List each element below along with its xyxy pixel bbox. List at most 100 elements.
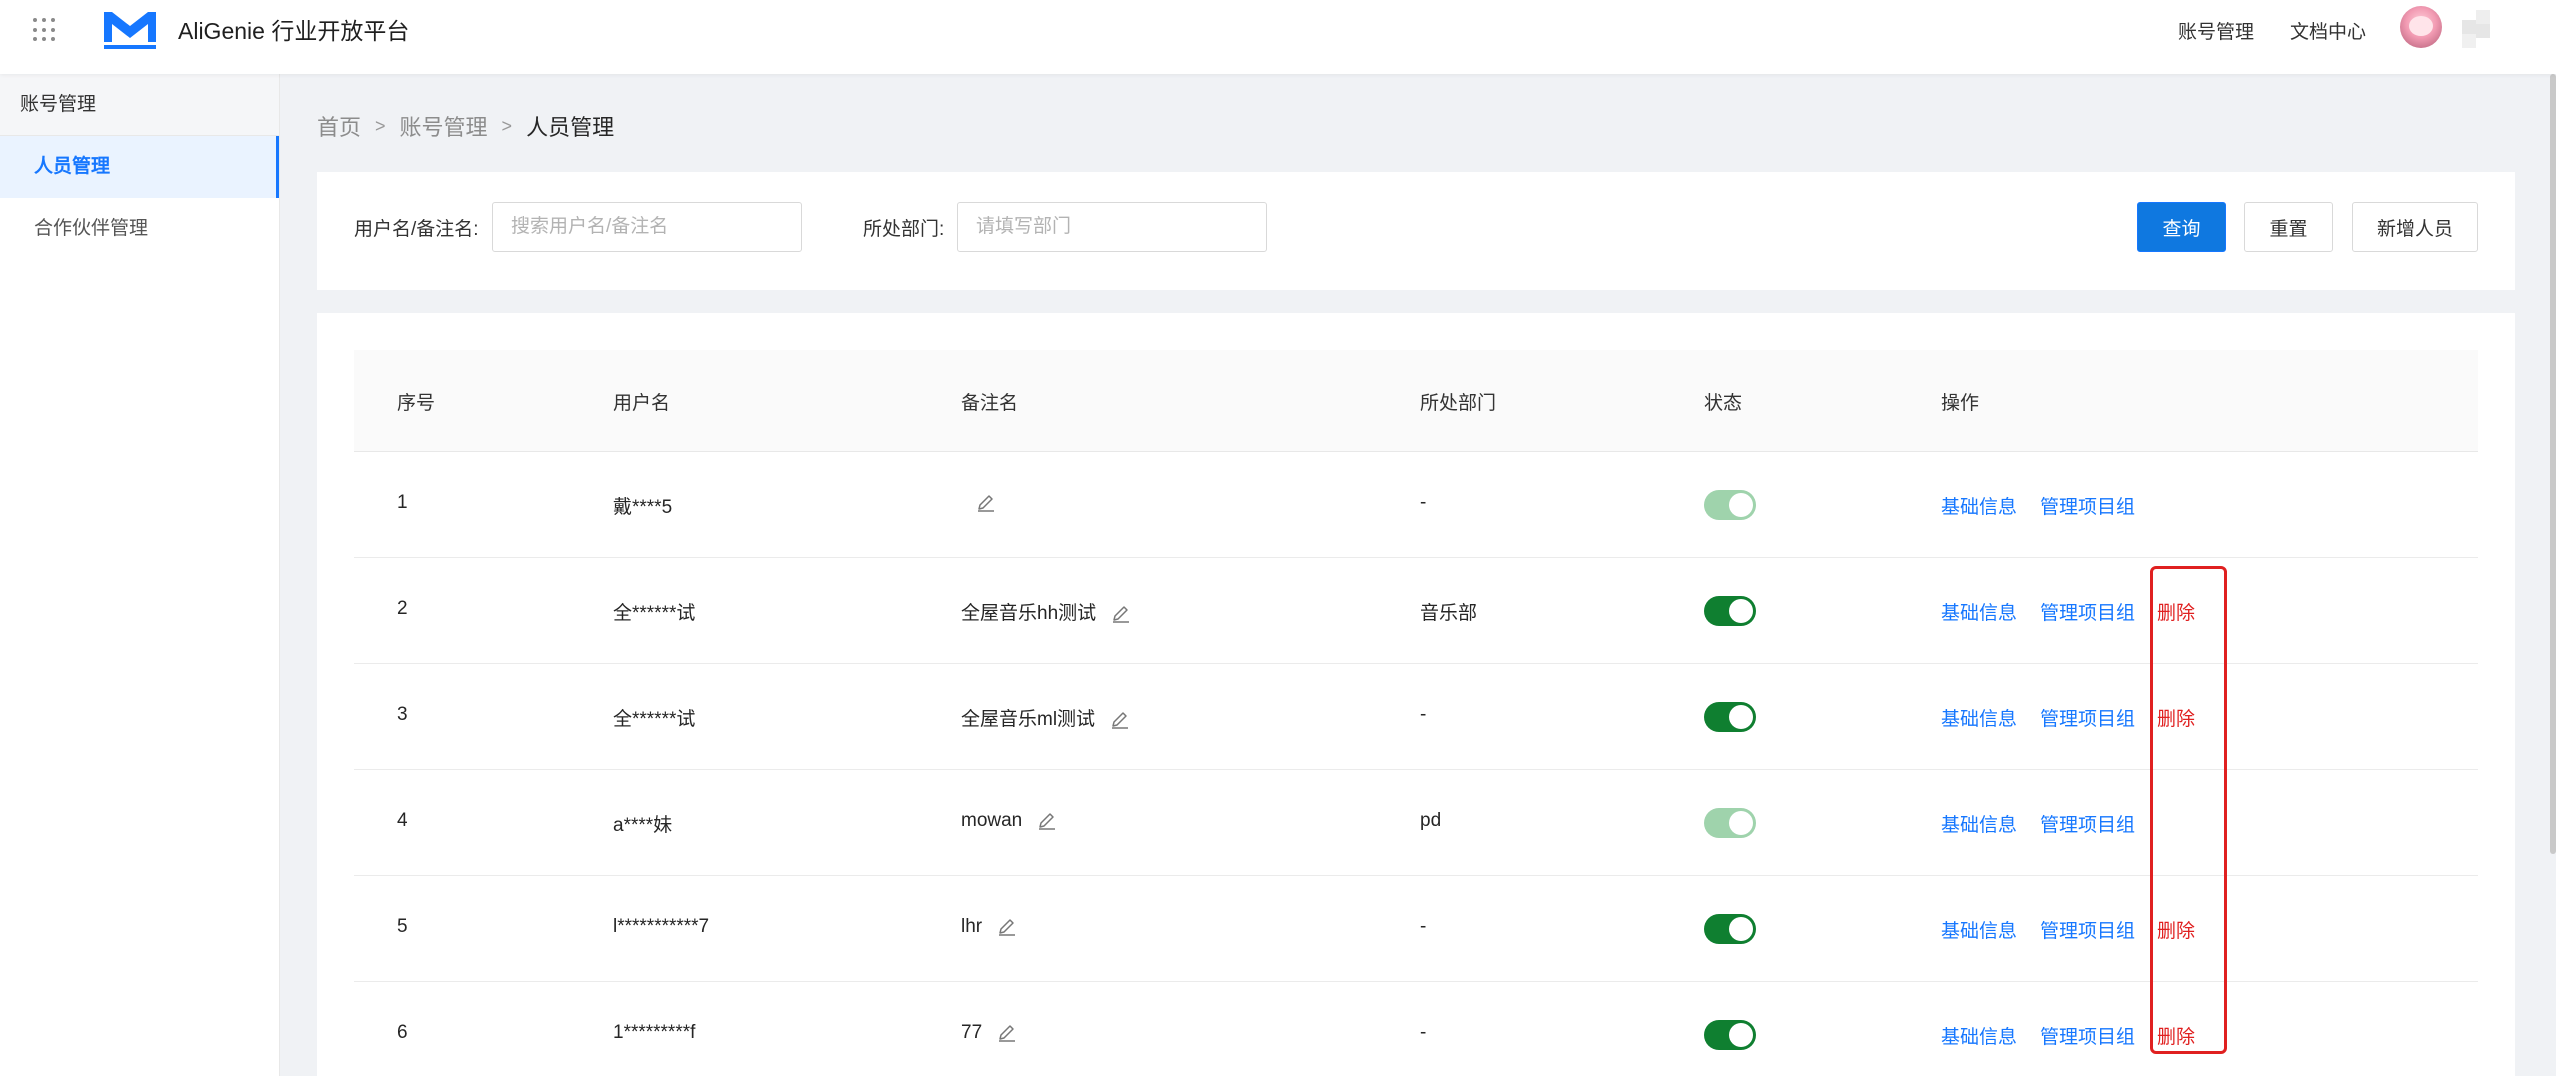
breadcrumb-separator: >	[375, 115, 386, 136]
row-dept: -	[1420, 704, 1427, 725]
table-panel: 序号 用户名 备注名 所处部门 状态 操作 1 戴****5- 基础信息 管理项目组 2…	[317, 313, 2515, 1076]
row-index: 4	[397, 810, 408, 831]
table-row: 4 a****妹 mowan pd 基础信息 管理项目组	[354, 770, 2478, 876]
edit-remark-pencil-icon[interactable]	[1036, 810, 1058, 832]
row-remark: lhr	[961, 916, 1018, 938]
table-row: 2 全******试 全屋音乐hh测试 音乐部 基础信息 管理项目组 删除	[354, 558, 2478, 664]
breadcrumb: 首页 > 账号管理 > 人员管理	[317, 110, 614, 142]
breadcrumb-home[interactable]: 首页	[317, 110, 361, 142]
status-toggle[interactable]	[1704, 1020, 1756, 1050]
row-index: 6	[397, 1022, 408, 1043]
row-dept: 音乐部	[1420, 603, 1478, 624]
apps-grid-icon[interactable]	[33, 18, 57, 42]
column-header-status: 状态	[1704, 393, 1743, 414]
sidebar: 账号管理 人员管理 合作伙伴管理	[0, 74, 280, 1076]
page-scrollbar[interactable]	[2550, 74, 2556, 854]
row-remark-text: 全屋音乐hh测试	[961, 603, 1097, 624]
row-dept: -	[1420, 492, 1427, 513]
reset-button[interactable]: 重置	[2244, 202, 2333, 252]
table-row: 1 戴****5 - 基础信息 管理项目组	[354, 452, 2478, 558]
query-button[interactable]: 查询	[2137, 202, 2226, 252]
column-header-actions: 操作	[1941, 393, 1980, 414]
column-header-index: 序号	[397, 393, 436, 414]
basic-info-link[interactable]: 基础信息	[1941, 1022, 2017, 1049]
manage-project-group-link[interactable]: 管理项目组	[2040, 704, 2135, 731]
add-personnel-button[interactable]: 新增人员	[2352, 202, 2478, 252]
manage-project-group-link[interactable]: 管理项目组	[2040, 598, 2135, 625]
row-dept: pd	[1420, 810, 1442, 831]
status-toggle[interactable]	[1704, 702, 1756, 732]
row-index: 1	[397, 492, 408, 513]
column-header-username: 用户名	[613, 393, 671, 414]
basic-info-link[interactable]: 基础信息	[1941, 704, 2017, 731]
manage-project-group-link[interactable]: 管理项目组	[2040, 916, 2135, 943]
row-index: 3	[397, 704, 408, 725]
row-username: 1*********f	[613, 1022, 696, 1043]
personnel-table: 序号 用户名 备注名 所处部门 状态 操作 1 戴****5- 基础信息 管理项目组 2…	[354, 350, 2478, 1076]
table-header: 序号 用户名 备注名 所处部门 状态 操作	[354, 350, 2478, 452]
row-remark	[961, 492, 997, 514]
nav-account-management[interactable]: 账号管理	[2178, 17, 2254, 44]
row-remark-text: lhr	[961, 916, 983, 938]
edit-remark-pencil-icon[interactable]	[1110, 603, 1132, 625]
sidebar-item-partners[interactable]: 合作伙伴管理	[0, 198, 279, 260]
table-row: 6 1*********f 77 - 基础信息 管理项目组 删除	[354, 982, 2478, 1076]
delete-link[interactable]: 删除	[2157, 916, 2195, 943]
toggle-knob	[1729, 811, 1753, 835]
breadcrumb-separator: >	[501, 115, 513, 136]
basic-info-link[interactable]: 基础信息	[1941, 916, 2017, 943]
delete-link[interactable]: 删除	[2157, 598, 2195, 625]
dept-filter-label: 所处部门:	[863, 219, 945, 240]
top-header: AliGenie 行业开放平台 账号管理 文档中心	[0, 0, 2556, 74]
toggle-knob	[1729, 1023, 1753, 1047]
status-toggle[interactable]	[1704, 914, 1756, 944]
row-username: 全******试	[613, 709, 696, 730]
table-body: 1 戴****5- 基础信息 管理项目组 2 全******试 全屋音乐hh测试 音乐部 基础信…	[354, 452, 2478, 1076]
table-row: 3 全******试 全屋音乐ml测试 - 基础信息 管理项目组 删除	[354, 664, 2478, 770]
dept-input[interactable]	[957, 202, 1267, 252]
row-username: l***********7	[613, 916, 710, 937]
nav-docs-center[interactable]: 文档中心	[2290, 17, 2366, 44]
platform-title: AliGenie 行业开放平台	[178, 18, 410, 44]
manage-project-group-link[interactable]: 管理项目组	[2040, 810, 2135, 837]
row-remark-text: 77	[961, 1022, 983, 1044]
edit-remark-pencil-icon[interactable]	[1109, 709, 1131, 731]
username-search-input[interactable]	[492, 202, 802, 252]
toggle-knob	[1729, 493, 1753, 517]
filter-panel: 用户名/备注名: 所处部门: 查询 重置 新增人员	[317, 172, 2515, 290]
row-dept: -	[1420, 916, 1427, 937]
user-avatar[interactable]	[2400, 6, 2442, 48]
row-remark-text: 全屋音乐ml测试	[961, 709, 1096, 730]
row-remark: 全屋音乐hh测试	[961, 598, 1132, 625]
row-index: 5	[397, 916, 408, 937]
toggle-knob	[1729, 705, 1753, 729]
row-index: 2	[397, 598, 408, 619]
table-row: 5 l***********7 lhr - 基础信息 管理项目组 删除	[354, 876, 2478, 982]
edit-remark-pencil-icon[interactable]	[996, 1022, 1018, 1044]
basic-info-link[interactable]: 基础信息	[1941, 598, 2017, 625]
edit-remark-pencil-icon[interactable]	[975, 492, 997, 514]
manage-project-group-link[interactable]: 管理项目组	[2040, 492, 2135, 519]
delete-link[interactable]: 删除	[2157, 704, 2195, 731]
row-remark: 全屋音乐ml测试	[961, 704, 1131, 731]
manage-project-group-link[interactable]: 管理项目组	[2040, 1022, 2135, 1049]
row-remark: mowan	[961, 810, 1058, 832]
edit-remark-pencil-icon[interactable]	[996, 916, 1018, 938]
basic-info-link[interactable]: 基础信息	[1941, 492, 2017, 519]
status-toggle	[1704, 808, 1756, 838]
basic-info-link[interactable]: 基础信息	[1941, 810, 2017, 837]
row-remark-text: mowan	[961, 810, 1023, 832]
delete-link[interactable]: 删除	[2157, 1022, 2195, 1049]
row-username: 全******试	[613, 603, 696, 624]
breadcrumb-account[interactable]: 账号管理	[400, 110, 488, 142]
sidebar-item-personnel[interactable]: 人员管理	[0, 136, 279, 198]
status-toggle	[1704, 490, 1756, 520]
toggle-knob	[1729, 917, 1753, 941]
row-username: a****妹	[613, 815, 673, 836]
user-name-placeholder[interactable]	[2462, 10, 2498, 48]
status-toggle[interactable]	[1704, 596, 1756, 626]
aligenie-logo-icon[interactable]	[100, 8, 160, 50]
row-remark: 77	[961, 1022, 1018, 1044]
column-header-remark: 备注名	[961, 393, 1019, 414]
breadcrumb-current: 人员管理	[526, 115, 615, 140]
